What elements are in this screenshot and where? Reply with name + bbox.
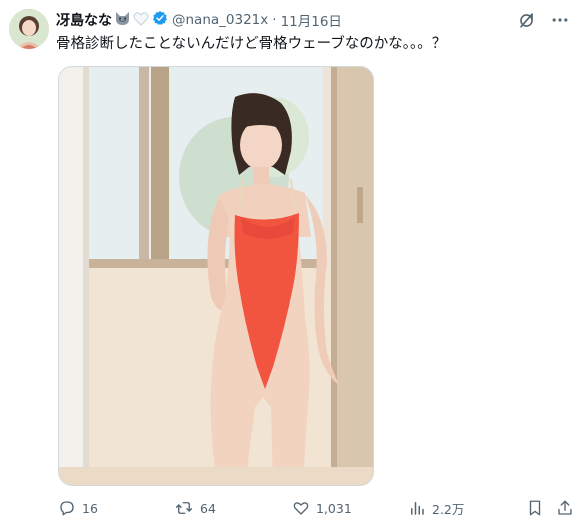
share-icon: [558, 500, 572, 515]
tweet-photo[interactable]: [58, 66, 374, 486]
repost-icon: [175, 502, 193, 514]
like-count: 1,031: [316, 500, 352, 516]
more-icon[interactable]: [548, 8, 572, 32]
grok-icon[interactable]: [514, 8, 538, 32]
tweet: 冴島なな @nana_0321x · 11月16日 骨格診断したことないんだけど…: [0, 0, 586, 528]
like-button[interactable]: 1,031: [292, 495, 352, 521]
repost-count: 64: [200, 500, 216, 516]
views-icon: [411, 502, 424, 515]
reply-icon: [60, 501, 74, 516]
bookmark-button[interactable]: [526, 495, 550, 521]
tweet-text: 骨格診断したことないんだけど骨格ウェーブなのかな。。。？: [56, 36, 447, 52]
views-count: 2.2万: [432, 501, 465, 517]
action-bar: 16 64 1,031 2.2万: [56, 495, 576, 521]
tweet-header: 冴島なな @nana_0321x · 11月16日: [56, 10, 342, 30]
top-actions: [514, 8, 572, 32]
reply-button[interactable]: 16: [58, 495, 98, 521]
wolf-emoji-icon: [114, 11, 131, 30]
like-icon: [293, 502, 309, 515]
white-heart-emoji-icon: [133, 11, 149, 30]
repost-button[interactable]: 64: [174, 495, 216, 521]
timestamp[interactable]: 11月16日: [281, 10, 342, 30]
separator-dot: ·: [272, 12, 277, 28]
verified-badge-icon[interactable]: [152, 10, 168, 30]
handle[interactable]: @nana_0321x: [172, 12, 268, 28]
display-name[interactable]: 冴島なな: [56, 10, 112, 30]
avatar[interactable]: [9, 9, 49, 49]
share-button[interactable]: [556, 495, 580, 521]
views-button[interactable]: 2.2万: [408, 495, 464, 521]
bookmark-icon: [529, 500, 541, 516]
reply-count: 16: [82, 500, 98, 516]
